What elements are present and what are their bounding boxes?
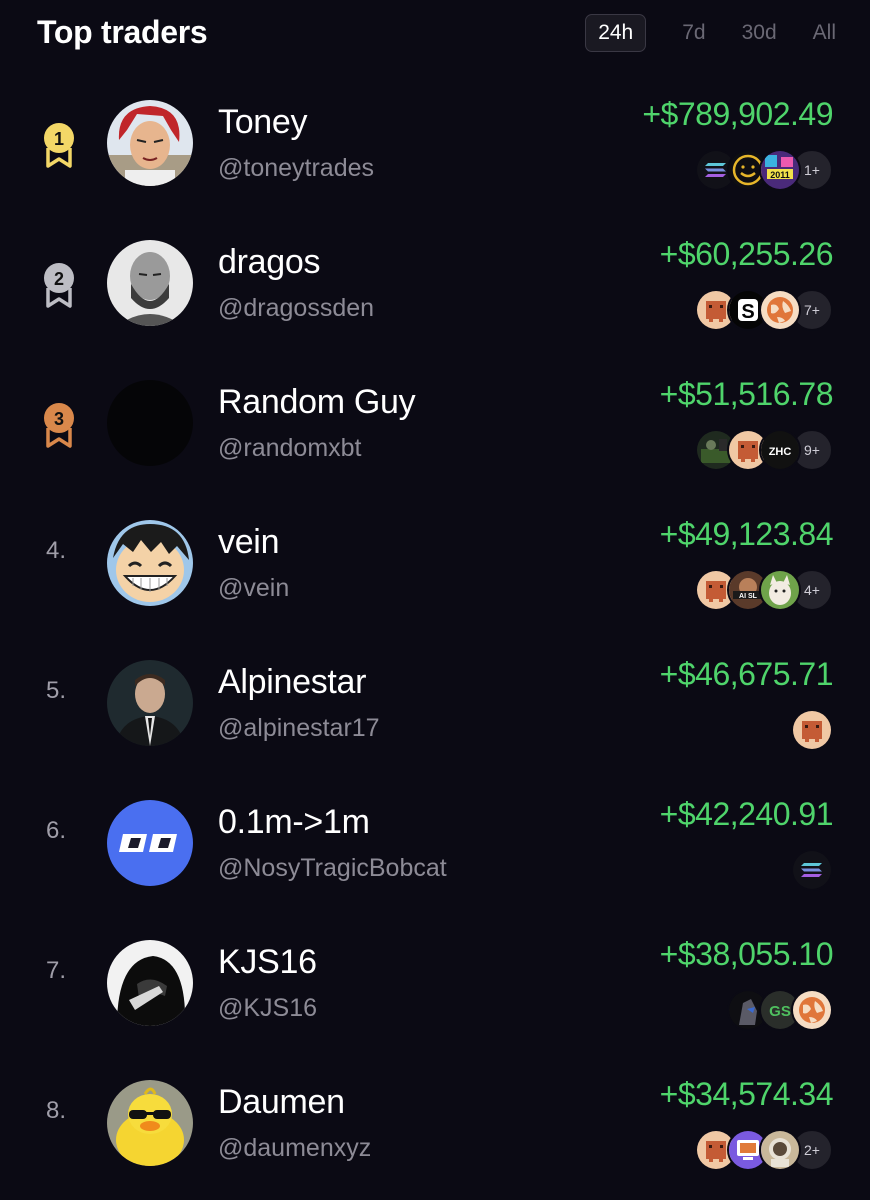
trader-row[interactable]: 4. vein @vein +$49,123.84 AI SL 4+ <box>0 490 870 630</box>
trader-handle[interactable]: @NosyTragicBobcat <box>218 854 447 883</box>
trader-pnl: +$34,574.34 <box>659 1076 834 1112</box>
traded-tokens[interactable]: 2011 1+ <box>695 149 833 191</box>
trader-row[interactable]: 5. Alpinestar @alpinestar17 +$46,675.71 <box>0 630 870 770</box>
tab-7d[interactable]: 7d <box>682 15 705 51</box>
trader-pnl: +$60,255.26 <box>659 236 834 272</box>
hooded-figure-avatar[interactable] <box>107 940 193 1026</box>
trader-pnl: +$46,675.71 <box>659 656 834 692</box>
trader-handle[interactable]: @daumenxyz <box>218 1134 371 1163</box>
tab-30d[interactable]: 30d <box>742 15 777 51</box>
globe-token-icon <box>759 289 801 331</box>
trader-name[interactable]: KJS16 <box>218 943 317 982</box>
trader-name[interactable]: dragos <box>218 243 320 282</box>
trader-name[interactable]: Toney <box>218 103 308 142</box>
page-title: Top traders <box>37 14 208 50</box>
svg-text:2011: 2011 <box>770 170 790 180</box>
trader-handle[interactable]: @vein <box>218 574 289 603</box>
tab-all[interactable]: All <box>813 15 836 51</box>
cat-token-icon <box>759 569 801 611</box>
trader-handle[interactable]: @alpinestar17 <box>218 714 380 743</box>
svg-text:2: 2 <box>54 269 64 289</box>
trader-row[interactable]: 8. Daumen @daumenxyz +$34,574.34 2+ <box>0 1050 870 1190</box>
pixel-2011-token-icon: 2011 <box>759 149 801 191</box>
trader-name[interactable]: Daumen <box>218 1083 345 1122</box>
trader-pnl: +$789,902.49 <box>642 96 833 132</box>
svg-text:S: S <box>741 301 754 323</box>
trader-row[interactable]: 2 dragos @dragossden +$60,255.26 S 7+ <box>0 210 870 350</box>
rank-number: 5. <box>46 677 67 704</box>
globe-token-icon <box>791 989 833 1031</box>
trader-handle[interactable]: @randomxbt <box>218 434 362 463</box>
orange-pixel-token-icon <box>791 709 833 751</box>
black-avatar[interactable] <box>107 380 193 466</box>
trader-handle[interactable]: @KJS16 <box>218 994 317 1023</box>
trader-pnl: +$42,240.91 <box>659 796 834 832</box>
trader-handle[interactable]: @dragossden <box>218 294 374 323</box>
zhc-token-icon: ZHC <box>759 429 801 471</box>
bald-bearded-man-avatar[interactable] <box>107 240 193 326</box>
timeframe-tabs: 24h 7d 30d All <box>585 14 836 52</box>
traded-tokens[interactable]: GS <box>727 989 833 1031</box>
trader-list: 1 Toney @toneytrades +$789,902.49 2011 1+ 2… <box>0 70 870 1190</box>
traded-tokens[interactable]: S 7+ <box>695 289 833 331</box>
red-haired-pirate-avatar[interactable] <box>107 100 193 186</box>
trader-name[interactable]: Alpinestar <box>218 663 367 702</box>
yellow-duck-avatar[interactable] <box>107 1080 193 1166</box>
trader-row[interactable]: 3 Random Guy @randomxbt +$51,516.78 ZHC 9+ <box>0 350 870 490</box>
blue-logo-avatar[interactable] <box>107 800 193 886</box>
svg-text:3: 3 <box>54 409 64 429</box>
svg-text:ZHC: ZHC <box>769 446 792 458</box>
trader-handle[interactable]: @toneytrades <box>218 154 374 183</box>
trader-row[interactable]: 1 Toney @toneytrades +$789,902.49 2011 1+ <box>0 70 870 210</box>
trader-pnl: +$51,516.78 <box>659 376 834 412</box>
anime-smile-avatar[interactable] <box>107 520 193 606</box>
svg-text:AI SL: AI SL <box>739 593 758 600</box>
traded-tokens[interactable]: ZHC 9+ <box>695 429 833 471</box>
trader-name[interactable]: vein <box>218 523 279 562</box>
rank-number: 8. <box>46 1097 67 1124</box>
rank-number: 7. <box>46 957 67 984</box>
solana-token-icon <box>791 849 833 891</box>
traded-tokens[interactable] <box>791 849 833 891</box>
svg-text:GS: GS <box>769 1003 791 1020</box>
astronaut-token-icon <box>759 1129 801 1171</box>
traded-tokens[interactable]: AI SL 4+ <box>695 569 833 611</box>
gold-medal-icon: 1 <box>40 120 78 170</box>
trader-row[interactable]: 7. KJS16 @KJS16 +$38,055.10 GS <box>0 910 870 1050</box>
header: Top traders 24h 7d 30d All <box>0 0 870 70</box>
trader-name[interactable]: Random Guy <box>218 383 416 422</box>
trader-pnl: +$49,123.84 <box>659 516 834 552</box>
man-in-suit-avatar[interactable] <box>107 660 193 746</box>
tab-24h[interactable]: 24h <box>585 14 647 52</box>
silver-medal-icon: 2 <box>40 260 78 310</box>
trader-pnl: +$38,055.10 <box>659 936 834 972</box>
rank-number: 4. <box>46 537 67 564</box>
trader-name[interactable]: 0.1m->1m <box>218 803 370 842</box>
rank-number: 6. <box>46 817 67 844</box>
svg-text:1: 1 <box>54 129 64 149</box>
traded-tokens[interactable]: 2+ <box>695 1129 833 1171</box>
trader-row[interactable]: 6. 0.1m->1m @NosyTragicBobcat +$42,240.91 <box>0 770 870 910</box>
traded-tokens[interactable] <box>791 709 833 751</box>
bronze-medal-icon: 3 <box>40 400 78 450</box>
